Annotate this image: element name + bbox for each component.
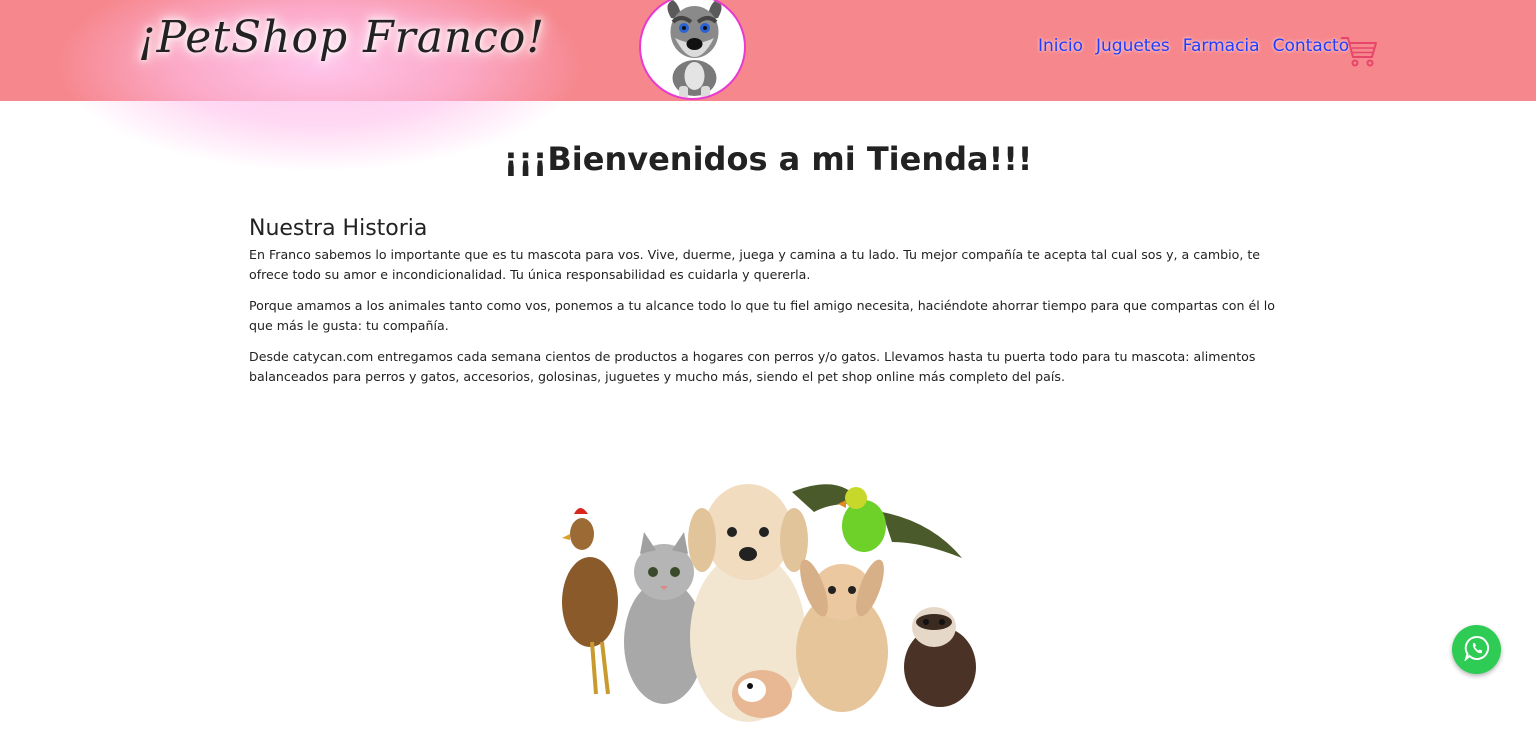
parrot-figure — [792, 484, 962, 558]
nav-link-juguetes[interactable]: Juguetes — [1096, 36, 1170, 56]
story-paragraph: Desde catycan.com entregamos cada semana… — [249, 349, 1256, 384]
whatsapp-icon — [1463, 635, 1490, 665]
page-title: ¡¡¡Bienvenidos a mi Tienda!!! — [503, 140, 1033, 178]
story-section: Nuestra Historia En Franco sabemos lo im… — [249, 216, 1289, 398]
nav-link-contacto[interactable]: Contacto — [1273, 36, 1350, 56]
site-header: ¡PetShop Franco! Inicio Juguetes Farmaci… — [0, 0, 1536, 170]
story-paragraph: Porque amamos a los animales tanto como … — [249, 298, 1275, 333]
schnauzer-dog-logo-icon[interactable] — [639, 0, 746, 100]
whatsapp-button[interactable] — [1452, 625, 1501, 674]
shopping-cart-icon[interactable] — [1339, 34, 1379, 68]
guinea-pig-figure — [732, 670, 792, 718]
nav-link-farmacia[interactable]: Farmacia — [1183, 36, 1260, 56]
rooster-figure — [562, 508, 618, 695]
brand-title[interactable]: ¡PetShop Franco! — [138, 12, 545, 63]
rabbit-figure — [796, 559, 888, 712]
nav-link-inicio[interactable]: Inicio — [1038, 36, 1083, 56]
ferret-figure — [904, 607, 976, 707]
story-paragraph: En Franco sabemos lo importante que es t… — [249, 247, 1261, 282]
main-nav: Inicio Juguetes Farmacia Contacto — [1038, 36, 1349, 56]
section-title: Nuestra Historia — [249, 216, 428, 241]
pets-group-image — [552, 462, 992, 737]
